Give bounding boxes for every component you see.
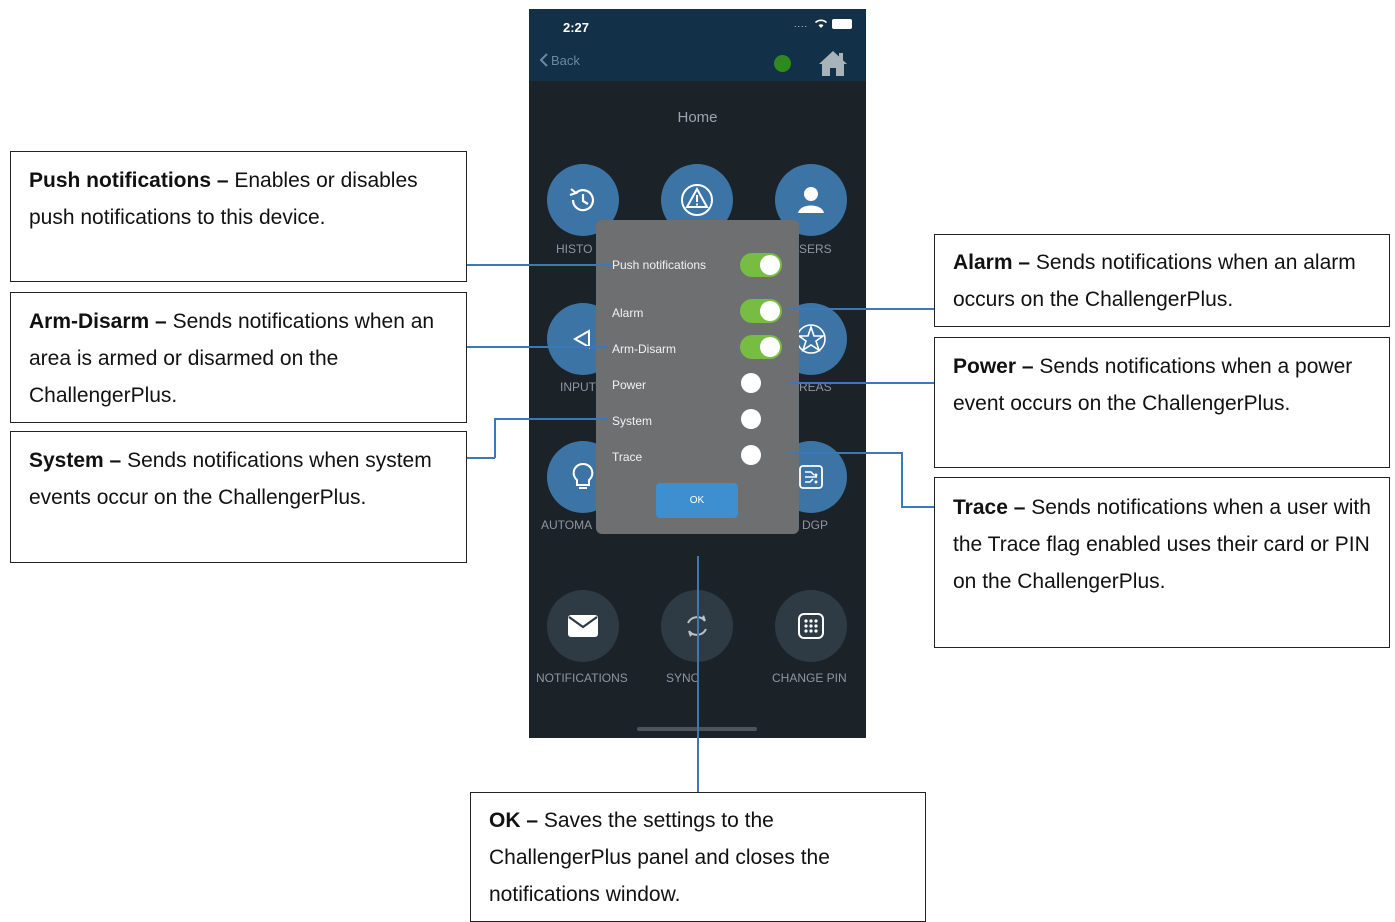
toggle-knob xyxy=(760,337,780,357)
signal-dots: .... xyxy=(793,18,808,29)
callout-term: Power – xyxy=(953,355,1034,378)
wifi-icon xyxy=(814,19,828,28)
tile-label-automation: AUTOMA xyxy=(541,518,593,532)
power-toggle[interactable] xyxy=(740,371,782,395)
status-icons: .... xyxy=(794,18,852,29)
callout-term: Arm-Disarm – xyxy=(29,310,167,333)
toggle-knob xyxy=(741,409,761,429)
callout-term: System – xyxy=(29,449,122,472)
callout-trace: Trace – Sends notifications when a user … xyxy=(934,477,1390,648)
back-button[interactable]: Back xyxy=(539,52,580,68)
leader-line-trace-a xyxy=(788,452,902,454)
user-icon xyxy=(798,187,824,213)
leader-line-system-b xyxy=(494,418,496,458)
callout-alarm: Alarm – Sends notifications when an alar… xyxy=(934,234,1390,327)
chevron-left-icon xyxy=(539,53,548,67)
system-label: System xyxy=(612,414,653,428)
tile-label-sync: SYNC xyxy=(666,671,700,685)
keypad-icon xyxy=(798,613,824,639)
push-notifications-label: Push notifications xyxy=(612,258,707,272)
leader-line-power xyxy=(788,382,934,384)
home-icon[interactable] xyxy=(817,49,849,77)
connection-status-dot xyxy=(774,55,791,72)
page-title: Home xyxy=(677,109,718,126)
ok-button[interactable]: OK xyxy=(656,483,738,518)
callout-arm-disarm: Arm-Disarm – Sends notifications when an… xyxy=(10,292,467,423)
history-icon xyxy=(569,188,595,212)
tile-label-users: SERS xyxy=(799,242,832,256)
leader-line-trace-b xyxy=(901,452,903,507)
leader-line-trace-c xyxy=(901,506,934,508)
status-time: 2:27 xyxy=(563,20,590,35)
leader-line-system-c xyxy=(494,418,608,420)
callout-desc: Saves the settings to the ChallengerPlus… xyxy=(489,809,830,906)
arm-disarm-label: Arm-Disarm xyxy=(612,342,676,356)
alert-icon xyxy=(681,184,713,216)
tile-label-inputs: INPUT xyxy=(560,380,596,394)
leader-line-system-a xyxy=(466,457,495,459)
tile-label-notifications: NOTIFICATIONS xyxy=(536,671,628,685)
callout-power: Power – Sends notifications when a power… xyxy=(934,337,1390,468)
notifications-tile[interactable] xyxy=(547,590,619,662)
change-pin-tile[interactable] xyxy=(775,590,847,662)
toggle-knob xyxy=(741,445,761,465)
leader-line-alarm xyxy=(788,308,934,310)
status-bar: 2:27 .... xyxy=(529,9,866,45)
callout-push-notifications: Push notifications – Enables or disables… xyxy=(10,151,467,282)
trace-label: Trace xyxy=(612,450,643,464)
toggle-knob xyxy=(760,301,780,321)
callout-term: OK – xyxy=(489,809,539,832)
callout-term: Alarm – xyxy=(953,251,1031,274)
callout-system: System – Sends notifications when system… xyxy=(10,431,467,563)
mail-icon xyxy=(568,615,598,637)
push-notifications-toggle[interactable] xyxy=(740,253,782,277)
bulb-icon xyxy=(572,462,594,489)
leader-line-ok xyxy=(697,556,699,793)
leader-line-arm xyxy=(466,346,608,348)
back-label: Back xyxy=(551,52,580,68)
toggle-knob xyxy=(741,373,761,393)
battery-icon xyxy=(832,18,852,29)
callout-ok: OK – Saves the settings to the Challenge… xyxy=(470,792,926,922)
trace-toggle[interactable] xyxy=(740,443,782,467)
nav-bar: Back xyxy=(529,45,866,81)
leader-line-push xyxy=(466,264,612,266)
toggle-knob xyxy=(760,255,780,275)
alarm-toggle[interactable] xyxy=(740,299,782,323)
callout-term: Push notifications – xyxy=(29,169,229,192)
callout-term: Trace – xyxy=(953,496,1026,519)
arm-disarm-toggle[interactable] xyxy=(740,335,782,359)
tile-label-dgp: DGP xyxy=(802,518,829,532)
tile-label-change-pin: CHANGE PIN xyxy=(772,671,847,685)
alarm-label: Alarm xyxy=(612,306,644,320)
system-toggle[interactable] xyxy=(740,407,782,431)
notifications-dialog: Push notifications Alarm Arm-Disarm Powe… xyxy=(596,220,799,534)
power-label: Power xyxy=(612,378,647,392)
circuit-icon xyxy=(799,465,823,489)
tile-label-history: HISTO xyxy=(556,242,593,256)
